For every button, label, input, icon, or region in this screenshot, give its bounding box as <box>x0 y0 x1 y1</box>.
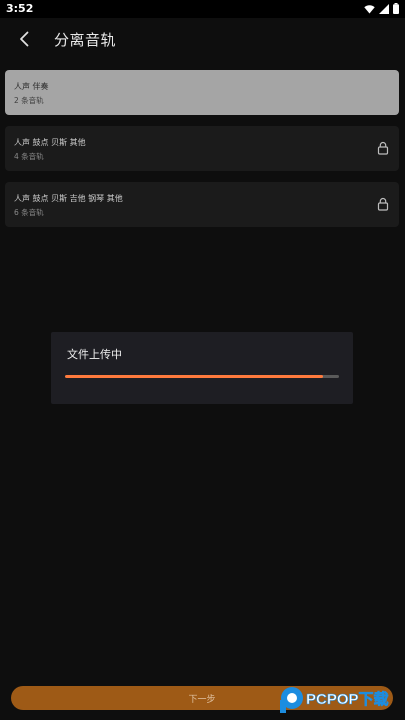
status-time: 3:52 <box>6 2 34 15</box>
option-subtitle: 4 条音轨 <box>14 152 44 161</box>
chevron-left-icon[interactable] <box>14 28 36 50</box>
next-step-label: 下一步 <box>188 694 216 705</box>
signal-icon <box>379 3 389 14</box>
option-title: 人声 伴奏 <box>14 82 49 91</box>
lock-icon <box>377 141 389 155</box>
option-card-2-tracks[interactable]: 人声 伴奏 2 条音轨 <box>5 70 399 115</box>
app-screen: 3:52 分离音轨 人声 伴奏 2 条音轨 人声 鼓点 贝斯 其他 4 条音轨 <box>0 0 405 720</box>
upload-progress-bar <box>65 375 339 378</box>
page-title: 分离音轨 <box>54 31 117 49</box>
app-header: 分离音轨 <box>0 18 405 60</box>
dialog-title: 文件上传中 <box>67 348 122 361</box>
pcpop-watermark-logo: PCPOP下载 <box>280 687 389 713</box>
status-bar: 3:52 <box>0 0 405 18</box>
option-card-6-tracks[interactable]: 人声 鼓点 贝斯 吉他 钢琴 其他 6 条音轨 <box>5 182 399 227</box>
option-title: 人声 鼓点 贝斯 其他 <box>14 138 86 147</box>
svg-text:PCPOP下载: PCPOP下载 <box>306 690 389 708</box>
lock-icon <box>377 197 389 211</box>
option-subtitle: 2 条音轨 <box>14 96 44 105</box>
wifi-icon <box>364 4 375 13</box>
option-title: 人声 鼓点 贝斯 吉他 钢琴 其他 <box>14 194 123 203</box>
progress-fill <box>65 375 323 378</box>
option-card-4-tracks[interactable]: 人声 鼓点 贝斯 其他 4 条音轨 <box>5 126 399 171</box>
battery-icon <box>393 3 399 14</box>
status-icons <box>364 3 399 14</box>
upload-progress-dialog: 文件上传中 <box>51 332 353 404</box>
option-subtitle: 6 条音轨 <box>14 208 44 217</box>
